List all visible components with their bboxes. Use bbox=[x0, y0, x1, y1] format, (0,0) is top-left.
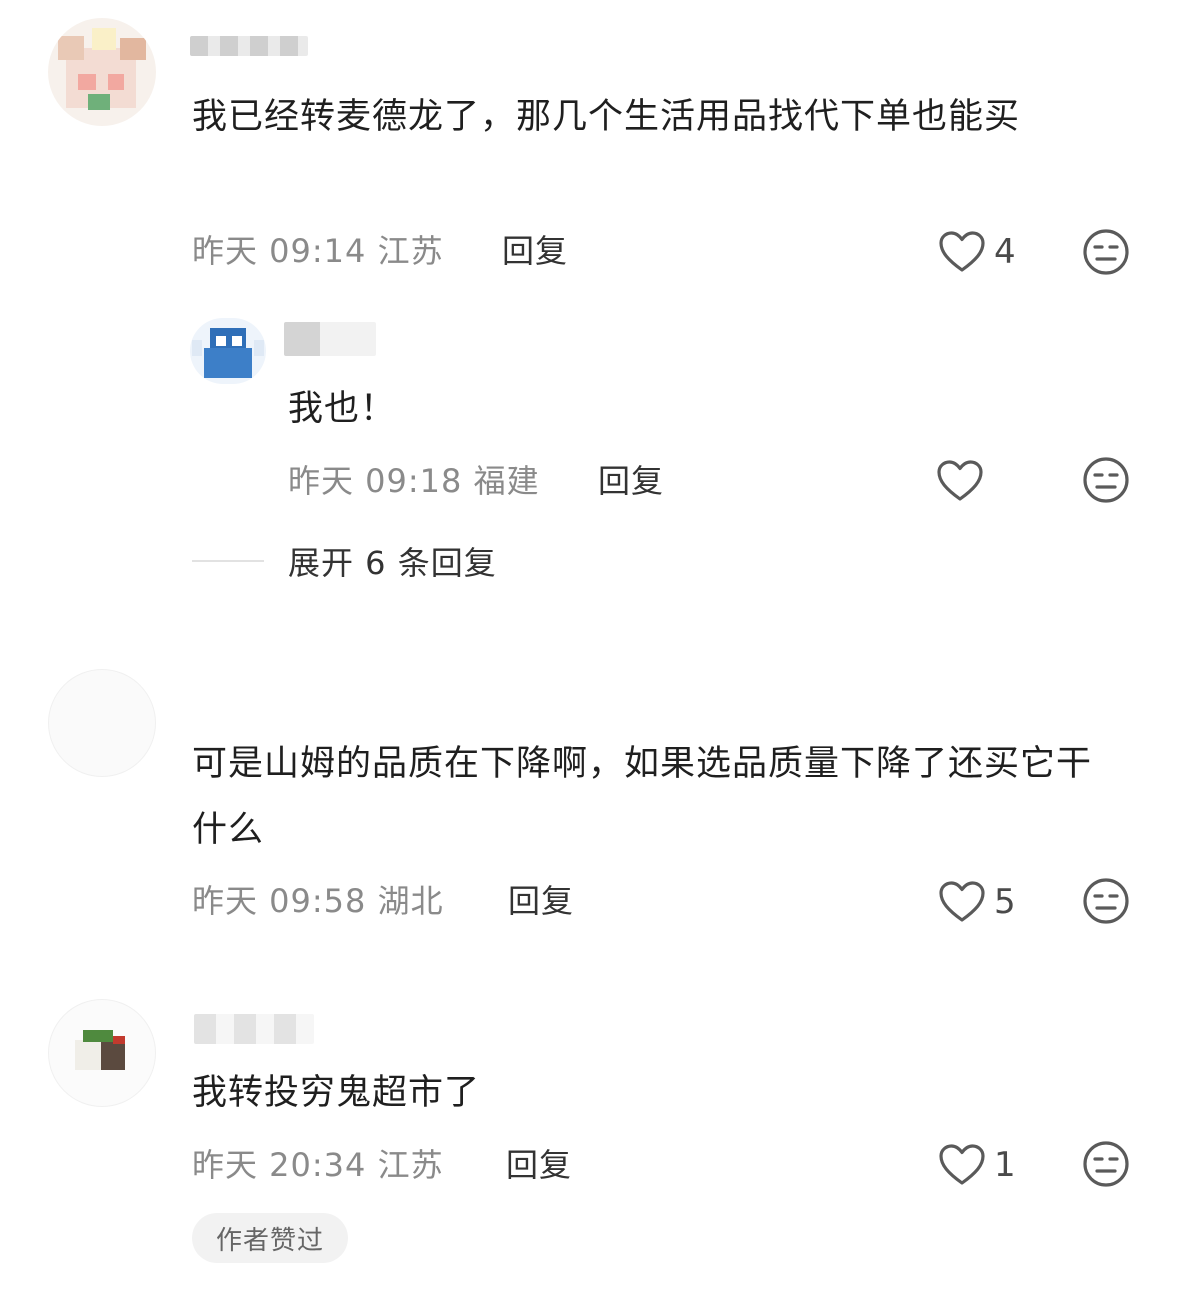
like-count: 1 bbox=[994, 1145, 1016, 1185]
heart-outline-icon bbox=[939, 231, 985, 272]
comment-text: 我已经转麦德龙了，那几个生活用品找代下单也能买 bbox=[192, 97, 1021, 137]
reply-button[interactable]: 回复 bbox=[508, 876, 574, 922]
comment-meta: 昨天 09:14 江苏 bbox=[192, 232, 444, 270]
dislike-button[interactable] bbox=[1082, 456, 1130, 508]
expand-replies-button[interactable]: 展开 6 条回复 bbox=[288, 538, 497, 584]
dislike-button[interactable] bbox=[1082, 228, 1130, 280]
username[interactable] bbox=[190, 36, 308, 56]
reply-meta: 昨天 09:18 福建 bbox=[288, 462, 540, 500]
like-button[interactable]: 1 bbox=[938, 1143, 1016, 1187]
neutral-face-icon bbox=[1083, 1141, 1129, 1187]
dislike-button[interactable] bbox=[1082, 877, 1130, 929]
comment-text: 可是山姆的品质在下降啊，如果选品质量下降了还买它干什么 bbox=[192, 744, 1093, 850]
heart-outline-icon bbox=[939, 1144, 985, 1185]
neutral-face-icon bbox=[1083, 878, 1129, 924]
dislike-button[interactable] bbox=[1082, 1140, 1130, 1192]
avatar[interactable] bbox=[48, 669, 156, 777]
heart-outline-icon bbox=[937, 460, 983, 501]
divider bbox=[192, 560, 264, 562]
author-liked-badge: 作者赞过 bbox=[192, 1213, 348, 1263]
comment-text: 我转投穷鬼超市了 bbox=[192, 1073, 481, 1113]
avatar[interactable] bbox=[48, 18, 156, 126]
neutral-face-icon bbox=[1083, 457, 1129, 503]
like-count: 4 bbox=[994, 232, 1016, 272]
reply-text: 我也！ bbox=[288, 389, 397, 429]
username[interactable] bbox=[284, 322, 376, 356]
like-button[interactable] bbox=[936, 459, 984, 507]
like-button[interactable]: 5 bbox=[938, 880, 1016, 924]
reply-button[interactable]: 回复 bbox=[502, 226, 568, 272]
comment-meta: 昨天 20:34 江苏 bbox=[192, 1146, 444, 1184]
like-count: 5 bbox=[994, 882, 1016, 922]
username[interactable] bbox=[194, 1014, 314, 1044]
neutral-face-icon bbox=[1083, 229, 1129, 275]
reply-button[interactable]: 回复 bbox=[598, 456, 664, 502]
avatar[interactable] bbox=[190, 318, 266, 384]
comment-meta: 昨天 09:58 湖北 bbox=[192, 882, 444, 920]
like-button[interactable]: 4 bbox=[938, 230, 1016, 274]
avatar[interactable] bbox=[48, 999, 156, 1107]
reply-button[interactable]: 回复 bbox=[506, 1140, 572, 1186]
heart-outline-icon bbox=[939, 881, 985, 922]
